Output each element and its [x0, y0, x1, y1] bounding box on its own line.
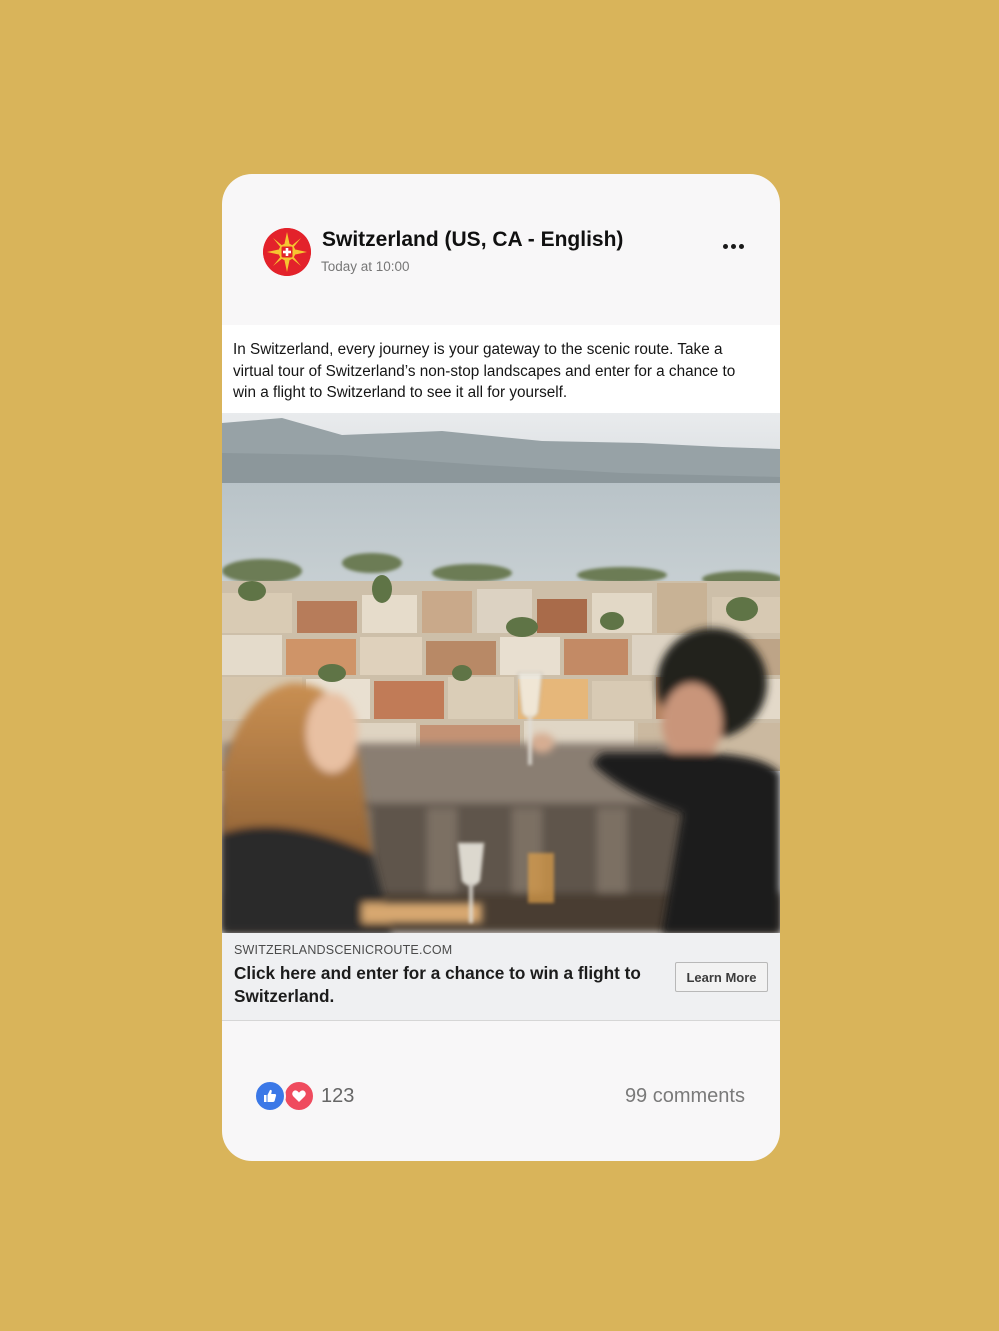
more-options-icon[interactable] [718, 234, 748, 258]
link-preview[interactable]: SWITZERLANDSCENICROUTE.COM Click here an… [222, 933, 780, 1021]
post-timestamp[interactable]: Today at 10:00 [321, 259, 410, 274]
comments-count[interactable]: 99 comments [625, 1085, 745, 1108]
love-icon [283, 1080, 315, 1112]
link-headline[interactable]: Click here and enter for a chance to win… [234, 962, 664, 1007]
link-domain[interactable]: SWITZERLANDSCENICROUTE.COM [234, 943, 452, 957]
reaction-count[interactable]: 123 [321, 1085, 354, 1108]
dot [722, 243, 728, 249]
like-icon [254, 1080, 286, 1112]
switzerland-tourism-logo-icon [263, 228, 311, 276]
dot [738, 243, 744, 249]
dot [730, 243, 736, 249]
post-caption: In Switzerland, every journey is your ga… [222, 325, 780, 413]
post-card: Switzerland (US, CA - English) Today at … [222, 174, 780, 1161]
page-name[interactable]: Switzerland (US, CA - English) [322, 228, 623, 252]
learn-more-button[interactable]: Learn More [675, 962, 768, 992]
page-avatar[interactable] [263, 228, 311, 276]
post-header: Switzerland (US, CA - English) Today at … [222, 174, 780, 324]
post-image[interactable] [222, 413, 780, 933]
reactions-summary[interactable]: 123 [254, 1080, 354, 1112]
lake-city-couple-photo [222, 413, 780, 933]
